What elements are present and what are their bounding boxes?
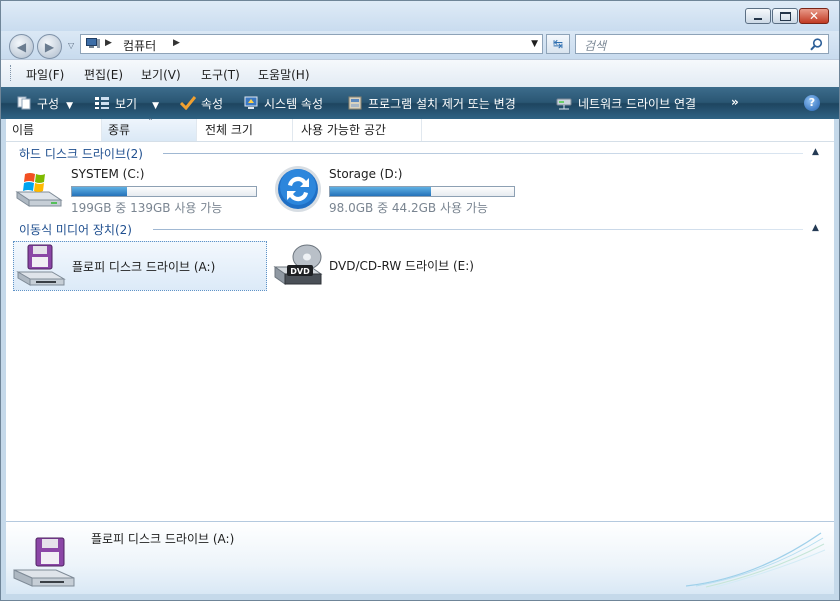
menu-grip[interactable]: [10, 65, 13, 81]
floppy-drive-icon: [16, 244, 66, 286]
map-network-drive-label: 네트워크 드라이브 연결: [578, 97, 697, 111]
organize-icon: [17, 96, 31, 110]
properties-label: 속성: [201, 97, 224, 111]
refresh-button[interactable]: ↹: [546, 34, 570, 54]
column-label: 사용 가능한 공간: [301, 123, 386, 137]
forward-button[interactable]: ▶: [37, 34, 62, 59]
file-list[interactable]: 이름 종류 ˆ 전체 크기 사용 가능한 공간 하드 디스크 드라이브(2) ▲ …: [6, 118, 834, 521]
help-icon[interactable]: ?: [804, 95, 820, 111]
drive-tile-d[interactable]: Storage (D:) 98.0GB 중 44.2GB 사용 가능: [271, 165, 526, 215]
windows-drive-icon: [15, 173, 63, 207]
address-row: ◀ ▶ ▽ ▶ 컴퓨터 ▶ ▼ ↹ 검색: [1, 31, 839, 59]
drive-name: SYSTEM (C:): [71, 167, 145, 181]
more-commands-button[interactable]: »: [731, 95, 739, 109]
drive-tile-c[interactable]: SYSTEM (C:) 199GB 중 139GB 사용 가능: [13, 165, 268, 215]
drive-name: DVD/CD-RW 드라이브 (E:): [329, 259, 474, 273]
organize-button[interactable]: 구성 ▼: [17, 95, 73, 112]
menu-view[interactable]: 보기(V): [141, 66, 181, 83]
group-header-removable[interactable]: 이동식 미디어 장치(2): [19, 221, 132, 238]
drive-free-space: 98.0GB 중 44.2GB 사용 가능: [329, 201, 488, 215]
collapse-group-icon[interactable]: ▲: [812, 147, 819, 157]
column-header-total-size[interactable]: 전체 크기: [199, 119, 293, 141]
explorer-window: ✕ ◀ ▶ ▽ ▶ 컴퓨터 ▶ ▼ ↹ 검색 파일(F) 편집(E) 보기(V)…: [0, 0, 840, 601]
command-bar: 구성 ▼ 보기 ▼ 속성 시스템 속성 프로그램 설치 제거 또는 변경 네트워…: [1, 87, 839, 119]
menu-help[interactable]: 도움말(H): [258, 66, 310, 83]
dvd-drive-icon: DVD: [273, 244, 323, 285]
address-dropdown-icon[interactable]: ▼: [531, 39, 538, 49]
dvd-logo-text: DVD: [290, 267, 310, 276]
uninstall-button[interactable]: 프로그램 설치 제거 또는 변경: [348, 95, 516, 112]
address-bar[interactable]: ▶ 컴퓨터 ▶ ▼: [80, 34, 543, 54]
details-pane: 플로피 디스크 드라이브 (A:): [6, 521, 834, 594]
column-header-name[interactable]: 이름: [6, 119, 102, 141]
decorative-swoosh: [686, 532, 826, 588]
back-arrow-icon: ◀: [16, 39, 27, 54]
window-controls: ✕: [745, 8, 829, 24]
column-label: 전체 크기: [205, 123, 253, 137]
menu-tools[interactable]: 도구(T): [201, 66, 240, 83]
forward-arrow-icon: ▶: [44, 39, 55, 54]
drive-usage-fill: [72, 187, 128, 196]
menu-bar: 파일(F) 편집(E) 보기(V) 도구(T) 도움말(H): [1, 59, 839, 87]
drive-usage-fill: [330, 187, 432, 196]
network-drive-icon: [556, 98, 572, 110]
checkmark-icon: [180, 96, 196, 110]
close-icon: ✕: [808, 9, 820, 23]
breadcrumb-arrow-icon[interactable]: ▶: [105, 38, 112, 48]
minimize-button[interactable]: [745, 8, 771, 24]
recent-pages-dropdown[interactable]: ▽: [68, 41, 74, 50]
search-box[interactable]: 검색: [575, 34, 829, 54]
group-divider: [163, 153, 803, 154]
drive-name: Storage (D:): [329, 167, 403, 181]
views-icon: [95, 97, 109, 109]
column-header-type[interactable]: 종류 ˆ: [102, 118, 197, 141]
drive-usage-bar: [71, 186, 257, 197]
drive-usage-bar: [329, 186, 515, 197]
column-label: 종류: [108, 123, 131, 137]
title-bar[interactable]: ✕: [1, 1, 839, 31]
floppy-drive-icon: [13, 537, 75, 587]
drive-tile-a[interactable]: 플로피 디스크 드라이브 (A:): [13, 241, 267, 291]
map-network-drive-button[interactable]: 네트워크 드라이브 연결: [556, 95, 696, 112]
views-button[interactable]: 보기 ▼: [94, 95, 159, 112]
sync-drive-icon: [275, 166, 321, 212]
refresh-icon: ↹: [552, 37, 564, 51]
close-button[interactable]: ✕: [799, 8, 829, 24]
menu-edit[interactable]: 편집(E): [84, 66, 123, 83]
views-label: 보기: [115, 97, 138, 111]
group-header-hard-disks[interactable]: 하드 디스크 드라이브(2): [19, 145, 143, 162]
search-placeholder: 검색: [584, 39, 607, 53]
drive-free-space: 199GB 중 139GB 사용 가능: [71, 201, 223, 215]
column-headers: 이름 종류 ˆ 전체 크기 사용 가능한 공간: [6, 118, 834, 142]
details-item-name: 플로피 디스크 드라이브 (A:): [91, 532, 235, 546]
maximize-icon: [779, 11, 791, 21]
drive-name: 플로피 디스크 드라이브 (A:): [72, 260, 216, 274]
system-properties-button[interactable]: 시스템 속성: [244, 95, 323, 112]
menu-file[interactable]: 파일(F): [26, 66, 64, 83]
system-icon: [244, 96, 258, 109]
minimize-icon: [754, 18, 762, 20]
dropdown-arrow-icon: ▼: [152, 101, 160, 111]
dropdown-arrow-icon: ▼: [66, 101, 74, 111]
organize-label: 구성: [37, 97, 60, 111]
maximize-button[interactable]: [772, 8, 798, 24]
group-divider: [153, 229, 803, 230]
search-icon[interactable]: [810, 38, 823, 51]
programs-icon: [348, 96, 362, 110]
column-label: 이름: [12, 123, 35, 137]
column-header-free-space[interactable]: 사용 가능한 공간: [295, 119, 422, 141]
properties-button[interactable]: 속성: [180, 95, 223, 112]
back-button[interactable]: ◀: [9, 34, 34, 59]
system-properties-label: 시스템 속성: [264, 97, 324, 111]
sort-ascending-icon: ˆ: [148, 118, 153, 129]
breadcrumb-arrow-icon[interactable]: ▶: [173, 38, 180, 48]
uninstall-label: 프로그램 설치 제거 또는 변경: [368, 97, 516, 111]
drive-tile-e[interactable]: DVD DVD/CD-RW 드라이브 (E:): [271, 241, 526, 289]
breadcrumb-computer[interactable]: 컴퓨터: [123, 37, 156, 54]
collapse-group-icon[interactable]: ▲: [812, 223, 819, 233]
computer-icon: [86, 38, 100, 48]
